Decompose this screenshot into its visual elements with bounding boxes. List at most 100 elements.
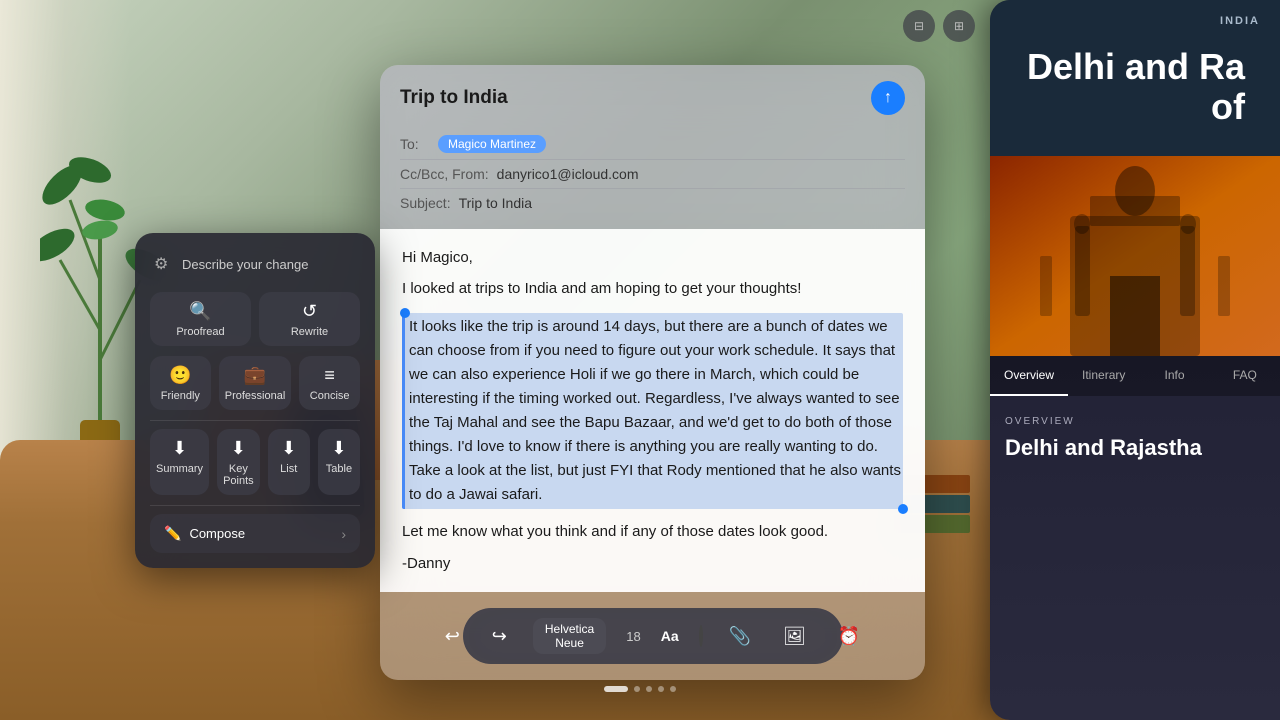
- summary-label: Summary: [156, 463, 203, 475]
- format-aa-label: Aa: [661, 628, 679, 644]
- compose-label: Compose: [189, 526, 245, 541]
- image-icon: 🖼: [783, 626, 806, 646]
- india-nav: Overview Itinerary Info FAQ: [990, 356, 1280, 396]
- describe-change-label: Describe your change: [182, 257, 308, 272]
- india-title-large: Delhi and Ra of: [1010, 27, 1260, 146]
- body-highlighted-text: It looks like the trip is around 14 days…: [402, 313, 903, 509]
- mail-title-row: Trip to India ↑: [400, 81, 905, 115]
- list-label: List: [280, 463, 297, 475]
- body-closing: Let me know what you think and if any of…: [402, 521, 903, 544]
- body-greeting: Hi Magico,: [402, 249, 903, 266]
- india-nav-overview[interactable]: Overview: [990, 356, 1068, 396]
- professional-button[interactable]: 💼 Professional: [219, 356, 292, 410]
- india-title-text: Delhi and Ra: [1027, 46, 1245, 87]
- body-signature: -Danny: [402, 555, 903, 572]
- dot-1[interactable]: [604, 686, 628, 692]
- send-button[interactable]: ↑: [871, 81, 905, 115]
- pencil-icon: ✏️: [164, 525, 181, 542]
- professional-icon: 💼: [244, 366, 266, 384]
- attachment-button[interactable]: 📎: [723, 622, 757, 651]
- send-icon: ↑: [884, 89, 892, 107]
- color-picker[interactable]: [699, 625, 703, 647]
- time-icon: ⏰: [838, 626, 860, 646]
- expand-button[interactable]: ⊞: [943, 10, 975, 42]
- tools-divider: [150, 420, 360, 421]
- ccbcc-label: Cc/Bcc, From:: [400, 166, 489, 182]
- dot-3[interactable]: [646, 686, 652, 692]
- subject-field[interactable]: Subject: Trip to India: [400, 189, 905, 217]
- describe-change-row: ⚙ Describe your change: [150, 248, 360, 280]
- rewrite-label: Rewrite: [291, 326, 328, 338]
- gear-icon: ⚙: [154, 254, 174, 274]
- expand-icon: ⊞: [954, 19, 964, 33]
- dot-5[interactable]: [670, 686, 676, 692]
- india-nav-info[interactable]: Info: [1139, 356, 1209, 396]
- dot-4[interactable]: [658, 686, 664, 692]
- proofread-icon: 🔍: [189, 302, 211, 320]
- mail-title: Trip to India: [400, 87, 508, 109]
- redo-icon: ↪: [492, 626, 507, 646]
- india-image-area: [990, 156, 1280, 356]
- rewrite-button[interactable]: ↺ Rewrite: [259, 292, 360, 346]
- chevron-right-icon: ›: [341, 526, 346, 542]
- proofread-button[interactable]: 🔍 Proofread: [150, 292, 251, 346]
- india-subtitle: of: [1211, 86, 1245, 127]
- toolbar-container: ↩ ↪ Helvetica Neue 18 Aa 📎 🖼 ⏰: [380, 592, 925, 680]
- table-label: Table: [326, 463, 352, 475]
- tools-row-3: ⬇ Summary ⬇ Key Points ⬇ List ⬇ Table: [150, 429, 360, 495]
- concise-icon: ≡: [324, 366, 335, 384]
- friendly-button[interactable]: 🙂 Friendly: [150, 356, 211, 410]
- tools-row-2: 🙂 Friendly 💼 Professional ≡ Concise: [150, 356, 360, 410]
- tools-row-1: 🔍 Proofread ↺ Rewrite: [150, 292, 360, 346]
- friendly-icon: 🙂: [169, 366, 191, 384]
- key-points-label: Key Points: [223, 463, 254, 487]
- summary-icon: ⬇: [172, 439, 187, 457]
- mail-header: Trip to India ↑ To: Magico Martinez Cc/B…: [380, 65, 925, 229]
- selection-handle-top: [400, 308, 410, 318]
- table-icon: ⬇: [331, 439, 346, 457]
- dot-2[interactable]: [634, 686, 640, 692]
- mail-compose-window: Trip to India ↑ To: Magico Martinez Cc/B…: [380, 65, 925, 680]
- ccbcc-field[interactable]: Cc/Bcc, From: danyrico1@icloud.com: [400, 160, 905, 189]
- key-points-icon: ⬇: [231, 439, 246, 457]
- pagination-dots: [604, 686, 676, 692]
- subject-value: Trip to India: [459, 195, 532, 211]
- writing-tools-panel: ⚙ Describe your change 🔍 Proofread ↺ Rew…: [135, 233, 375, 568]
- font-name-label: Helvetica Neue: [545, 622, 594, 650]
- concise-label: Concise: [310, 390, 350, 402]
- summary-button[interactable]: ⬇ Summary: [150, 429, 209, 495]
- minimize-button[interactable]: ⊟: [903, 10, 935, 42]
- time-button[interactable]: ⏰: [832, 622, 866, 651]
- mail-body[interactable]: Hi Magico, I looked at trips to India an…: [380, 229, 925, 592]
- font-size-label: 18: [626, 629, 640, 644]
- font-picker[interactable]: Helvetica Neue: [533, 618, 606, 654]
- overview-title: Delhi and Rajastha: [1005, 435, 1265, 461]
- from-email: danyrico1@icloud.com: [497, 166, 639, 182]
- undo-button[interactable]: ↩: [439, 622, 466, 651]
- to-field[interactable]: To: Magico Martinez: [400, 129, 905, 160]
- recipient-tag[interactable]: Magico Martinez: [438, 135, 546, 153]
- mail-toolbar: ↩ ↪ Helvetica Neue 18 Aa 📎 🖼 ⏰: [463, 608, 843, 664]
- table-button[interactable]: ⬇ Table: [318, 429, 360, 495]
- list-button[interactable]: ⬇ List: [268, 429, 310, 495]
- india-country-label: INDIA: [1010, 15, 1260, 27]
- subject-label: Subject:: [400, 195, 451, 211]
- friendly-label: Friendly: [161, 390, 200, 402]
- image-button[interactable]: 🖼: [777, 622, 812, 651]
- highlighted-content: It looks like the trip is around 14 days…: [409, 318, 901, 503]
- to-label: To:: [400, 136, 430, 152]
- india-nav-faq[interactable]: FAQ: [1210, 356, 1280, 396]
- body-intro: I looked at trips to India and am hoping…: [402, 278, 903, 301]
- india-nav-itinerary[interactable]: Itinerary: [1068, 356, 1139, 396]
- concise-button[interactable]: ≡ Concise: [299, 356, 360, 410]
- compose-button[interactable]: ✏️ Compose ›: [150, 514, 360, 553]
- key-points-button[interactable]: ⬇ Key Points: [217, 429, 260, 495]
- tools-divider-2: [150, 505, 360, 506]
- redo-button[interactable]: ↪: [486, 622, 513, 651]
- attachment-icon: 📎: [729, 626, 751, 646]
- list-icon: ⬇: [281, 439, 296, 457]
- professional-label: Professional: [225, 390, 286, 402]
- compose-left: ✏️ Compose: [164, 525, 245, 542]
- window-controls: ⊟ ⊞: [903, 10, 975, 42]
- minimize-icon: ⊟: [914, 19, 924, 33]
